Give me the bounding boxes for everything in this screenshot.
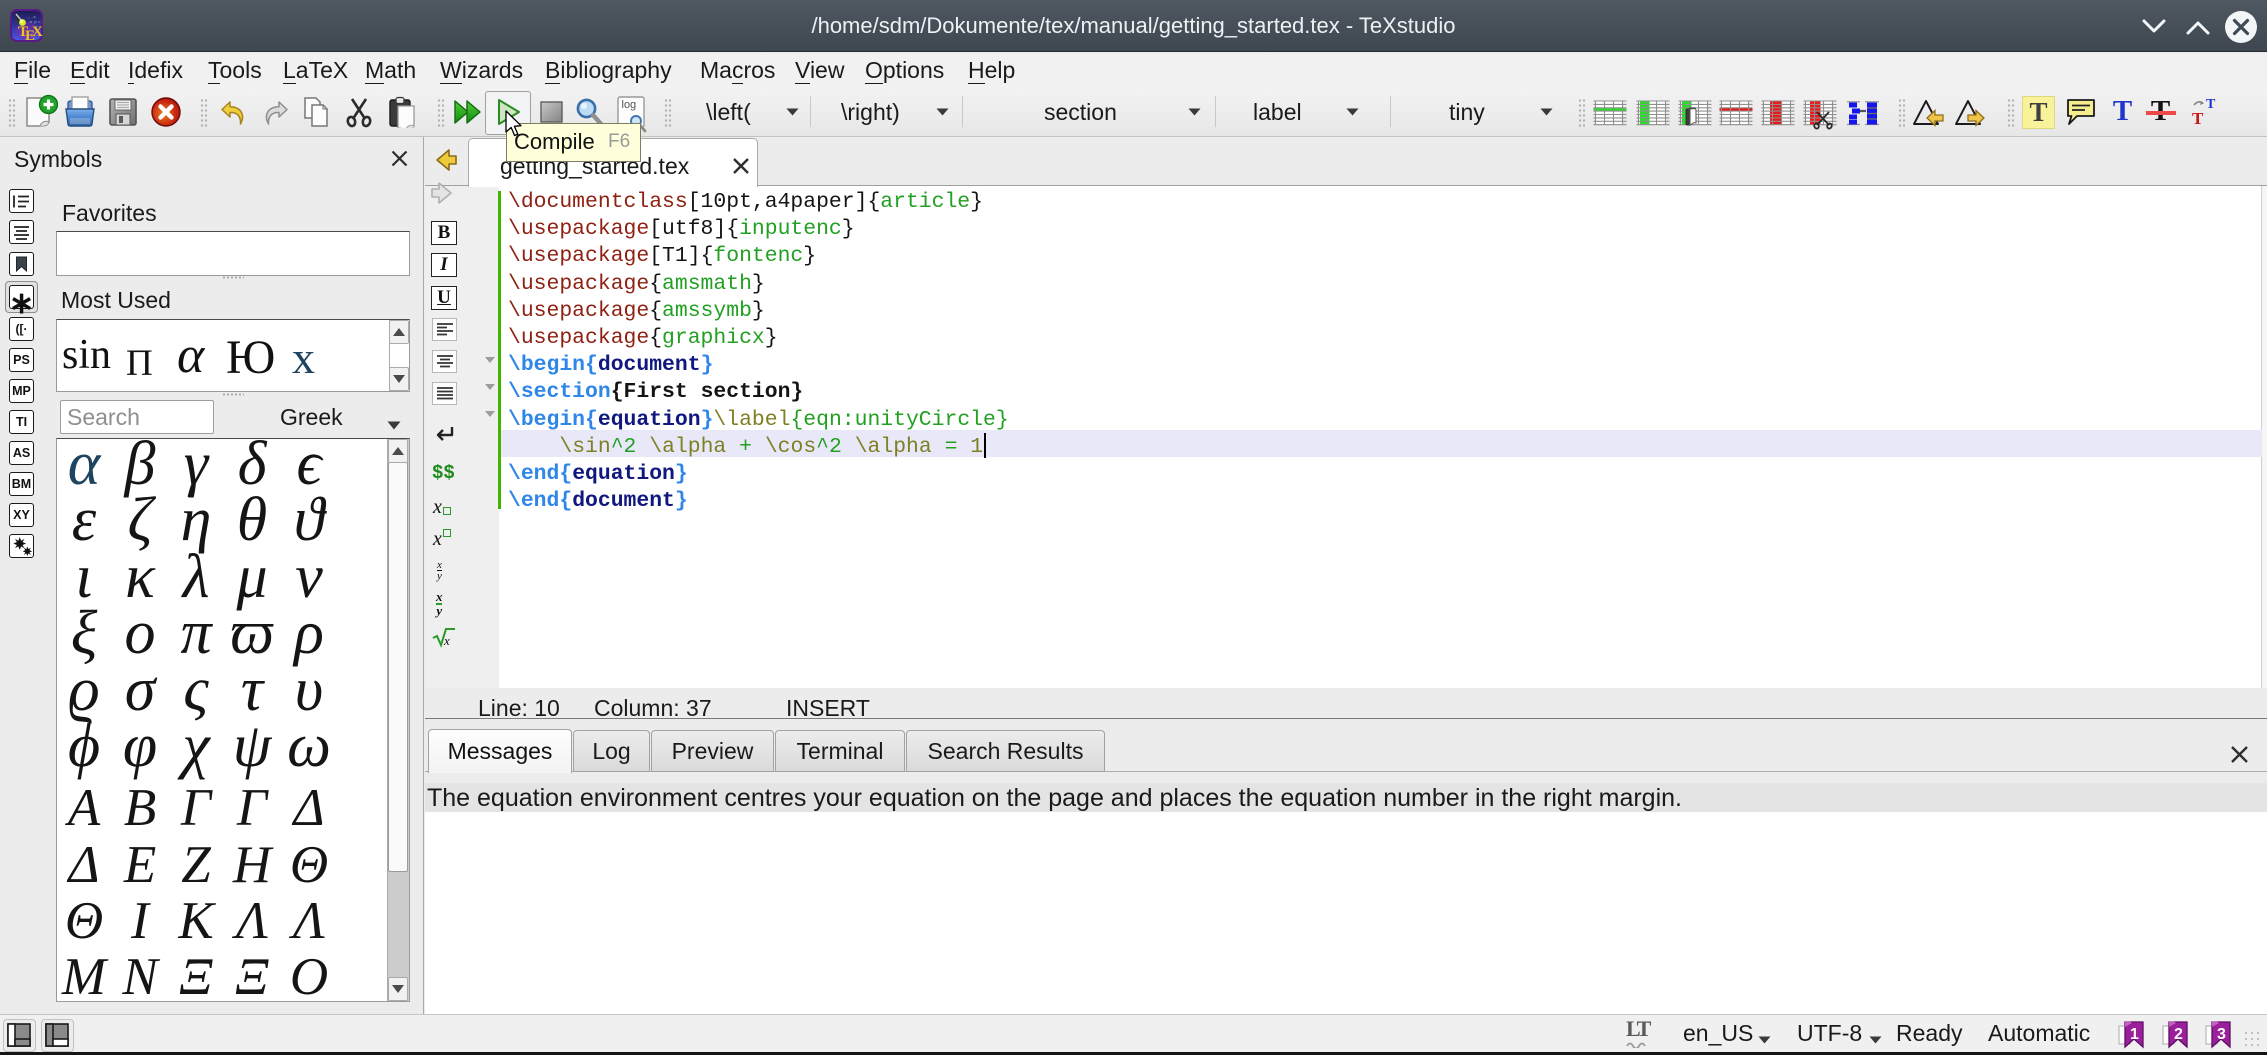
svg-text:2: 2 [2174,1026,2183,1043]
svg-text:log: log [622,99,637,111]
svg-text:T: T [2206,97,2216,112]
svg-text:x: x [443,633,450,648]
svg-text:1: 1 [2130,1026,2139,1043]
svg-text:3: 3 [2217,1026,2226,1043]
svg-text:T: T [2192,109,2204,128]
